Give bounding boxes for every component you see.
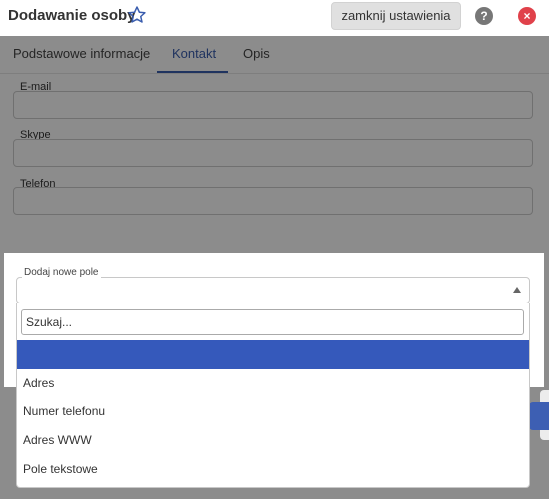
close-icon[interactable]: × [518, 7, 536, 25]
add-field-select[interactable] [16, 277, 530, 304]
title-bar: Dodawanie osoby zamknij ustawienia ? × [0, 0, 549, 36]
window-title: Dodawanie osoby [8, 7, 136, 24]
dropdown-option-phone[interactable]: Numer telefonu [17, 397, 529, 426]
dropdown-option-address[interactable]: Adres [17, 369, 529, 398]
search-input[interactable] [21, 309, 524, 335]
help-icon[interactable]: ? [475, 7, 493, 25]
close-settings-button[interactable]: zamknij ustawienia [331, 2, 461, 30]
caret-up-icon[interactable] [513, 287, 521, 293]
dropdown-option-text-field[interactable]: Pole tekstowe [17, 455, 529, 484]
dropdown-option-empty[interactable] [17, 340, 529, 369]
add-field-legend: Dodaj nowe pole [22, 267, 101, 278]
star-icon[interactable] [127, 5, 147, 25]
save-button[interactable] [529, 402, 549, 430]
dropdown-option-website[interactable]: Adres WWW [17, 426, 529, 455]
